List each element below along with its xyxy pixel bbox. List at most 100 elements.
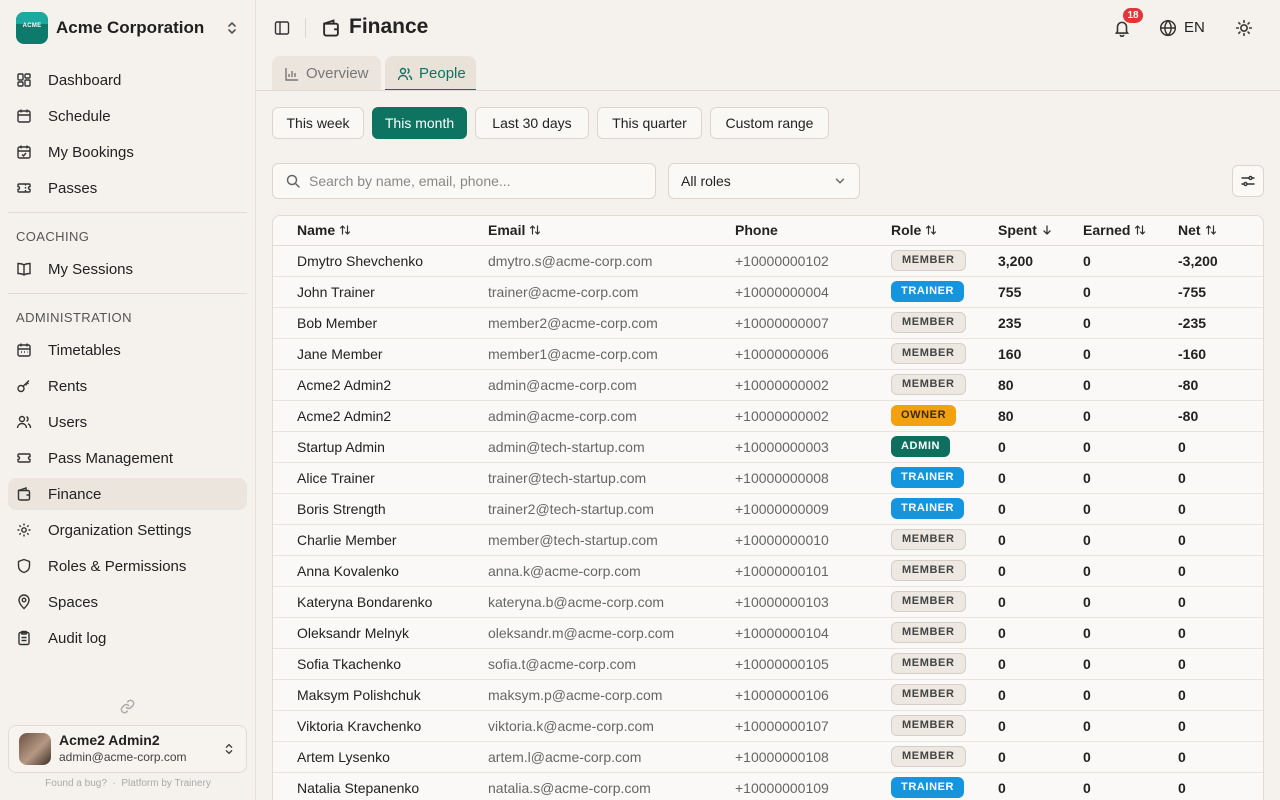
cell-net: 0 (1178, 431, 1263, 463)
table-row[interactable]: Sofia Tkachenko sofia.t@acme-corp.com +100… (273, 648, 1263, 680)
sort-desc-icon (1043, 225, 1051, 236)
sliders-icon (1241, 175, 1255, 187)
cell-email: natalia.s@acme-corp.com (488, 772, 735, 800)
table-row[interactable]: Acme2 Admin2 admin@acme-corp.com +10000000… (273, 400, 1263, 432)
link-icon[interactable] (119, 698, 136, 715)
table-row[interactable]: Bob Member member2@acme-corp.com +10000000… (273, 307, 1263, 339)
cell-name: Acme2 Admin2 (273, 400, 488, 432)
nav-item-roles-permissions[interactable]: Roles & Permissions (8, 550, 247, 582)
user-name: Acme2 Admin2 (59, 732, 160, 748)
nav-item-audit-log[interactable]: Audit log (8, 622, 247, 654)
sort-icon (530, 225, 541, 236)
shield-icon (17, 558, 31, 574)
nav-item-dashboard[interactable]: Dashboard (8, 64, 247, 96)
cell-earned: 0 (1083, 400, 1178, 432)
table-row[interactable]: John Trainer trainer@acme-corp.com +100000… (273, 276, 1263, 308)
users-icon (16, 415, 32, 429)
table-row[interactable]: Dmytro Shevchenko dmytro.s@acme-corp.com +… (273, 245, 1263, 277)
cell-email: admin@tech-startup.com (488, 431, 735, 463)
table-row[interactable]: Oleksandr Melnyk oleksandr.m@acme-corp.co… (273, 617, 1263, 649)
range-this-week[interactable]: This week (272, 107, 364, 139)
nav-item-timetables[interactable]: Timetables (8, 334, 247, 366)
cell-role: TRAINER (891, 462, 998, 494)
cell-earned: 0 (1083, 462, 1178, 494)
table-row[interactable]: Startup Admin admin@tech-startup.com +1000… (273, 431, 1263, 463)
cell-spent: 0 (998, 741, 1083, 773)
cell-name: Acme2 Admin2 (273, 369, 488, 401)
cell-name: John Trainer (273, 276, 488, 308)
nav-item-organization-settings[interactable]: Organization Settings (8, 514, 247, 546)
role-filter-select[interactable]: All roles (668, 163, 860, 199)
sort-icon (1205, 225, 1216, 236)
column-header-email[interactable]: Email (488, 216, 735, 246)
table-row[interactable]: Acme2 Admin2 admin@acme-corp.com +10000000… (273, 369, 1263, 401)
tab-overview[interactable]: Overview (272, 56, 381, 91)
column-settings-button[interactable] (1232, 165, 1264, 197)
role-badge: MEMBER (891, 715, 966, 736)
nav-item-schedule[interactable]: Schedule (8, 100, 247, 132)
cell-net: 0 (1178, 679, 1263, 711)
cell-name: Sofia Tkachenko (273, 648, 488, 680)
table-row[interactable]: Artem Lysenko artem.l@acme-corp.com +10000… (273, 741, 1263, 773)
search-input[interactable] (309, 173, 629, 189)
cell-email: member@tech-startup.com (488, 524, 735, 556)
column-header-name[interactable]: Name (273, 216, 488, 246)
nav-item-spaces[interactable]: Spaces (8, 586, 247, 618)
role-badge: TRAINER (891, 467, 965, 488)
org-logo-text: ACME (22, 23, 42, 29)
table-row[interactable]: Charlie Member member@tech-startup.com +10… (273, 524, 1263, 556)
column-header-earned[interactable]: Earned (1083, 216, 1178, 246)
clipboard-icon (18, 630, 30, 646)
range-custom[interactable]: Custom range (710, 107, 829, 139)
cell-name: Maksym Polishchuk (273, 679, 488, 711)
range-this-month[interactable]: This month (372, 107, 467, 139)
sort-icon (926, 225, 937, 236)
table-row[interactable]: Kateryna Bondarenko kateryna.b@acme-corp.… (273, 586, 1263, 618)
cell-earned: 0 (1083, 369, 1178, 401)
page-title: Finance (349, 15, 429, 38)
range-this-quarter[interactable]: This quarter (597, 107, 702, 139)
cell-phone: +10000000003 (735, 431, 891, 463)
cell-net: 0 (1178, 586, 1263, 618)
column-header-role[interactable]: Role (891, 216, 998, 246)
cell-phone: +10000000008 (735, 462, 891, 494)
column-header-net[interactable]: Net (1178, 216, 1263, 246)
sidebar-toggle-icon[interactable] (274, 20, 290, 36)
table-row[interactable]: Alice Trainer trainer@tech-startup.com +10… (273, 462, 1263, 494)
column-header-spent[interactable]: Spent (998, 216, 1083, 246)
column-label: Name (297, 222, 336, 239)
table-row[interactable]: Natalia Stepanenko natalia.s@acme-corp.co… (273, 772, 1263, 800)
column-label: Phone (735, 222, 778, 239)
cell-email: admin@acme-corp.com (488, 369, 735, 401)
range-last-30-days[interactable]: Last 30 days (475, 107, 589, 139)
tab-people[interactable]: People (385, 56, 476, 91)
nav-item-my-sessions[interactable]: My Sessions (8, 253, 247, 285)
table-row[interactable]: Viktoria Kravchenko viktoria.k@acme-corp.… (273, 710, 1263, 742)
nav-item-rents[interactable]: Rents (8, 370, 247, 402)
cell-role: MEMBER (891, 369, 998, 401)
cell-net: -3,200 (1178, 245, 1263, 277)
table-row[interactable]: Anna Kovalenko anna.k@acme-corp.com +10000… (273, 555, 1263, 587)
cell-name: Viktoria Kravchenko (273, 710, 488, 742)
cell-phone: +10000000108 (735, 741, 891, 773)
nav-item-finance[interactable]: Finance (8, 478, 247, 510)
bug-report-link[interactable]: Found a bug? (45, 778, 107, 789)
cell-name: Alice Trainer (273, 462, 488, 494)
language-selector[interactable]: EN (1184, 19, 1205, 36)
org-switcher[interactable]: ACME Acme Corporation (16, 12, 240, 44)
table-row[interactable]: Boris Strength trainer2@tech-startup.com +… (273, 493, 1263, 525)
globe-icon[interactable] (1159, 19, 1177, 37)
table-row[interactable]: Jane Member member1@acme-corp.com +1000000… (273, 338, 1263, 370)
sun-icon[interactable] (1235, 19, 1253, 37)
cell-phone: +10000000109 (735, 772, 891, 800)
table-row[interactable]: Maksym Polishchuk maksym.p@acme-corp.com +… (273, 679, 1263, 711)
user-menu[interactable]: Acme2 Admin2 admin@acme-corp.com (8, 725, 247, 773)
nav-label: Passes (48, 179, 98, 197)
nav-item-passes[interactable]: Passes (8, 172, 247, 204)
column-label: Spent (998, 222, 1037, 239)
cell-earned: 0 (1083, 741, 1178, 773)
cell-name: Charlie Member (273, 524, 488, 556)
nav-item-users[interactable]: Users (8, 406, 247, 438)
nav-item-my-bookings[interactable]: My Bookings (8, 136, 247, 168)
nav-item-pass-management[interactable]: Pass Management (8, 442, 247, 474)
